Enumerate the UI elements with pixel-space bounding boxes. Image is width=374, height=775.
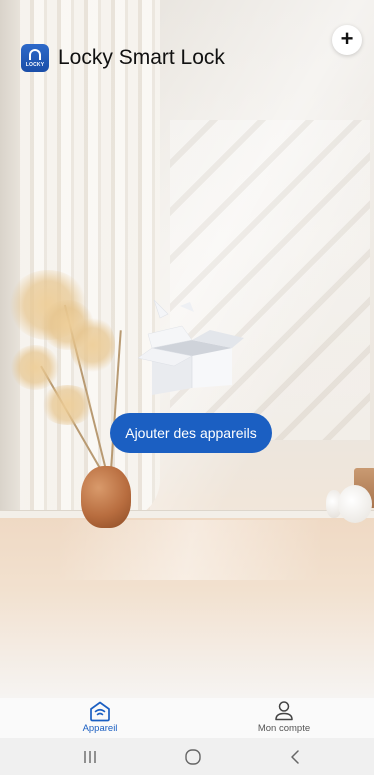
vase-decoration — [81, 466, 131, 528]
add-devices-button[interactable]: Ajouter des appareils — [110, 413, 272, 453]
app-header: LOCKY Locky Smart Lock + — [0, 0, 374, 90]
recents-icon — [84, 750, 96, 763]
back-icon — [291, 749, 299, 764]
page-title: Locky Smart Lock — [58, 46, 225, 69]
plus-icon: + — [340, 26, 354, 51]
tab-mon-compte-label: Mon compte — [257, 723, 311, 734]
empty-box-icon — [137, 300, 244, 395]
recents-button[interactable] — [60, 738, 120, 775]
back-button[interactable] — [265, 738, 325, 775]
small-vase-decoration — [338, 485, 372, 523]
system-navigation-bar — [0, 738, 374, 775]
bottom-navigation: Appareil Mon compte — [0, 698, 374, 738]
tab-mon-compte[interactable]: Mon compte — [224, 698, 344, 738]
home-icon — [90, 701, 110, 722]
lock-icon — [29, 49, 41, 60]
home-circle-icon — [185, 748, 201, 765]
tab-appareil[interactable]: Appareil — [40, 698, 160, 738]
add-device-button[interactable]: + — [332, 25, 362, 55]
app-screen: LOCKY Locky Smart Lock + Ajouter des app… — [0, 0, 374, 775]
logo-text: LOCKY — [25, 62, 45, 68]
app-logo: LOCKY — [21, 44, 49, 72]
tab-appareil-label: Appareil — [82, 723, 118, 734]
home-button[interactable] — [163, 738, 223, 775]
user-icon — [275, 701, 293, 721]
